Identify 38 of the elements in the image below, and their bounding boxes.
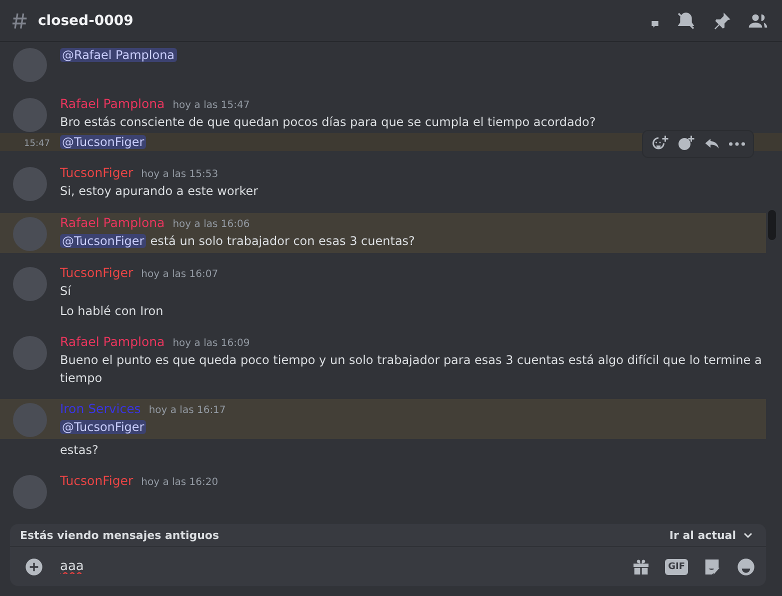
user-mention[interactable]: @TucsonFiger (60, 234, 146, 248)
user-mention[interactable]: @Rafael Pamplona (60, 48, 177, 62)
author-name[interactable]: TucsonFiger (60, 473, 134, 488)
message-input[interactable]: aaa GIF (10, 546, 766, 586)
author-name[interactable]: TucsonFiger (60, 165, 134, 180)
mute-bell-icon[interactable] (676, 10, 696, 30)
super-reaction-button[interactable] (677, 135, 695, 153)
message-text: Sí (60, 284, 71, 298)
message-time: hoy a las 15:47 (172, 100, 250, 111)
pin-icon[interactable] (712, 10, 732, 30)
message-time: hoy a las 16:06 (172, 219, 250, 230)
hover-time: 15:47 (24, 138, 50, 151)
message-time: hoy a las 16:09 (172, 338, 250, 349)
author-name[interactable]: Rafael Pamplona (60, 334, 165, 349)
add-attachment-button[interactable] (24, 556, 44, 576)
message-text: está un solo trabajador con esas 3 cuentas? (150, 234, 415, 248)
message-time: hoy a las 15:53 (141, 169, 218, 180)
message-text: Bueno el punto es que queda poco tiempo y un solo trabajador para esas 3 cuentas está algo difícil que lo termine a tiempo (60, 353, 762, 385)
more-button[interactable] (729, 142, 745, 146)
gif-button[interactable]: GIF (665, 558, 688, 574)
gift-button[interactable] (631, 556, 652, 576)
message-text: Lo hablé con Iron (60, 304, 164, 318)
user-mention[interactable]: @TucsonFiger (60, 135, 146, 149)
message-text: estas? (60, 443, 98, 457)
old-messages-notice: Estás viendo mensajes antiguos (20, 528, 220, 542)
message-time: hoy a las 16:07 (141, 269, 218, 280)
message-field[interactable]: aaa (58, 558, 618, 575)
author-name[interactable]: Rafael Pamplona (60, 96, 165, 111)
message-time: hoy a las 16:17 (148, 405, 226, 416)
channel-title: closed-0009 (38, 12, 134, 28)
scrollbar-thumb[interactable] (768, 210, 776, 240)
jump-to-present-button[interactable]: Ir al actual (669, 528, 754, 542)
message-text: Si, estoy apurando a este worker (60, 184, 258, 198)
message-time: hoy a las 16:20 (141, 477, 218, 488)
user-mention[interactable]: @TucsonFiger (60, 420, 146, 434)
emoji-button[interactable] (736, 556, 756, 576)
author-name[interactable]: TucsonFiger (60, 265, 134, 280)
message-text: Bro estás consciente de que quedan pocos días para que se cumpla el tiempo acordado? (60, 115, 596, 129)
